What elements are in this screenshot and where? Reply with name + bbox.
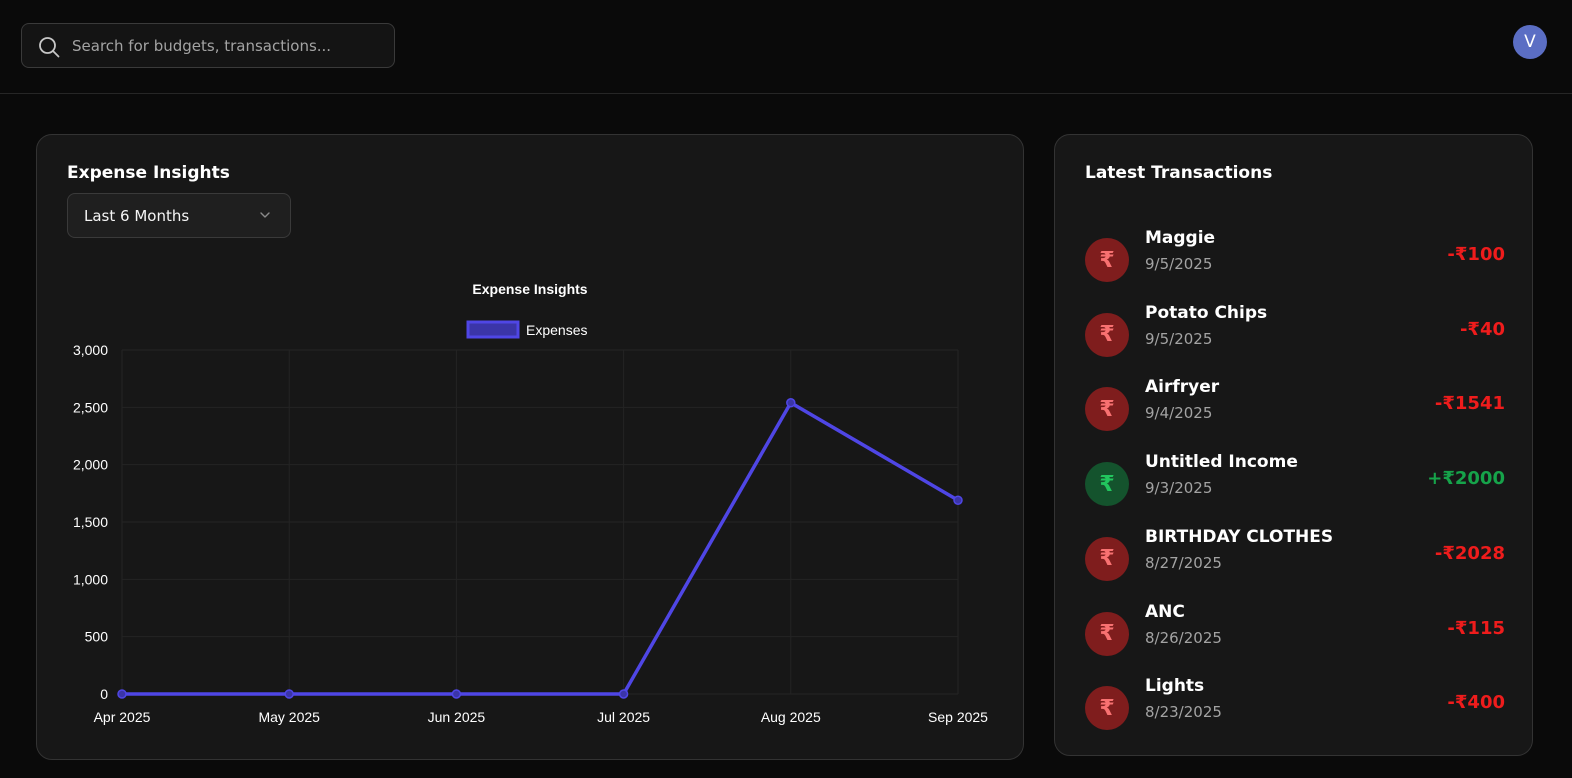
y-tick-label: 500 [85,629,109,645]
transaction-date: 9/5/2025 [1145,255,1213,273]
transaction-name: Untitled Income [1145,452,1298,473]
avatar[interactable]: V [1513,25,1547,59]
legend-label-expenses: Expenses [526,322,587,338]
transaction-row[interactable]: ₹ Untitled Income 9/3/2025 +₹2000 [1085,452,1505,512]
rupee-icon: ₹ [1085,387,1129,432]
rupee-icon: ₹ [1085,238,1129,282]
y-tick-label: 2,000 [73,457,108,473]
transaction-name: Lights [1145,676,1205,697]
transaction-row[interactable]: ₹ Lights 8/23/2025 -₹400 [1085,676,1505,736]
data-point [451,689,462,699]
rupee-icon: ₹ [1085,611,1129,656]
top-bar: V [0,0,1572,94]
y-tick-label: 1,500 [73,514,108,530]
transaction-amount: -₹100 [1447,244,1505,265]
latest-transactions-title: Latest Transactions [1085,163,1273,183]
latest-transactions-card: Latest Transactions ₹ Maggie 9/5/2025 -₹100… [1054,134,1533,756]
data-point [117,689,127,699]
transaction-row[interactable]: ₹ BIRTHDAY CLOTHES 8/27/2025 -₹2028 [1085,527,1505,587]
transaction-date: 9/5/2025 [1145,329,1213,348]
y-tick-label: 0 [100,686,108,702]
transaction-date: 8/27/2025 [1145,553,1222,572]
search-input[interactable] [72,24,387,67]
y-tick-label: 2,500 [73,399,108,415]
y-tick-label: 1,000 [73,571,108,587]
transaction-date: 9/4/2025 [1145,404,1213,423]
x-tick-label: Sep 2025 [928,709,988,725]
transaction-amount: -₹115 [1447,617,1505,639]
transaction-name: Airfryer [1145,377,1220,398]
data-point [618,689,629,699]
transaction-date: 8/23/2025 [1145,703,1222,722]
data-point [284,689,294,699]
transaction-row[interactable]: ₹ Maggie 9/5/2025 -₹100 [1085,228,1505,288]
x-tick-label: Apr 2025 [94,709,151,725]
transaction-name: Maggie [1145,228,1216,248]
x-tick-label: May 2025 [258,709,320,725]
transaction-name: ANC [1145,601,1185,622]
search-icon [39,37,60,58]
expense-line-chart: 0 500 1,000 1,500 2,000 2,500 3,000 Apr 2025 May… [73,281,988,725]
transaction-date: 9/3/2025 [1145,479,1213,498]
transaction-name: BIRTHDAY CLOTHES [1145,526,1334,547]
series-line-expenses [122,400,959,696]
data-point [953,495,963,505]
x-tick-label: Jul 2025 [597,709,650,725]
legend-swatch-expenses [466,320,520,339]
rupee-icon: ₹ [1085,686,1129,731]
x-tick-label: Aug 2025 [761,709,821,725]
transaction-row[interactable]: ₹ ANC 8/26/2025 -₹115 [1085,602,1505,662]
chart-title: Expense Insights [472,281,587,297]
transaction-amount: -₹40 [1459,318,1505,340]
transaction-amount: -₹400 [1447,692,1505,714]
search-box[interactable] [21,23,395,68]
transaction-name: Potato Chips [1145,302,1268,323]
y-tick-label: 3,000 [73,342,108,358]
rupee-icon: ₹ [1085,462,1129,507]
transaction-date: 8/26/2025 [1145,628,1222,647]
transaction-row[interactable]: ₹ Potato Chips 9/5/2025 -₹40 [1085,303,1505,363]
data-point [786,397,796,408]
rupee-icon: ₹ [1085,312,1129,357]
transaction-amount: +₹2000 [1427,468,1505,490]
transaction-row[interactable]: ₹ Airfryer 9/4/2025 -₹1541 [1085,377,1505,437]
expense-insights-card: Expense Insights Last 6 Months 0 500 1,000… [36,134,1024,760]
rupee-icon: ₹ [1085,536,1129,581]
x-tick-label: Jun 2025 [428,709,486,725]
transaction-amount: -₹2028 [1434,542,1505,564]
transaction-amount: -₹1541 [1434,393,1505,415]
